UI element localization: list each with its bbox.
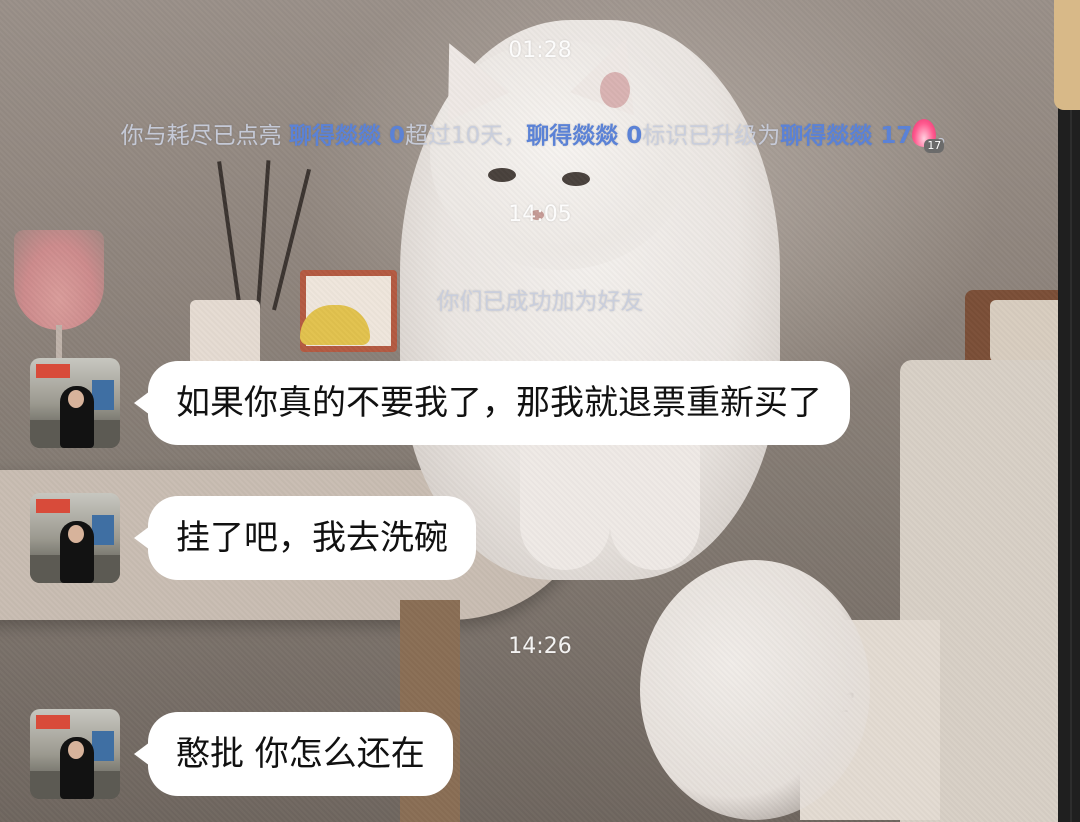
flame-badge: 17 — [924, 139, 945, 153]
timestamp: 01:28 — [508, 38, 572, 63]
timestamp: 14:05 — [508, 202, 572, 227]
cat-tail — [640, 560, 870, 820]
timestamp: 14:26 — [508, 634, 572, 659]
flame-icon[interactable]: 17 — [912, 119, 945, 153]
spark-notice-text: 超过10天， — [405, 123, 527, 149]
avatar[interactable] — [30, 493, 120, 583]
spark-link[interactable]: 聊得燚燚 0 — [526, 123, 642, 149]
message-row: 挂了吧，我去洗碗 — [30, 493, 476, 583]
avatar[interactable] — [30, 358, 120, 448]
spark-notice-text: 标识已升级为 — [642, 123, 781, 149]
cat-eye — [562, 172, 590, 186]
friend-added-notice: 你们已成功加为好友 — [436, 289, 644, 315]
cat-head — [430, 40, 690, 270]
spark-notice: 你与耗尽已点亮 聊得燚燚 0超过10天，聊得燚燚 0标识已升级为聊得燚燚 17 1… — [0, 116, 1080, 153]
message-row: 如果你真的不要我了，那我就退票重新买了 — [30, 358, 850, 448]
side-table — [900, 360, 1080, 822]
message-row: 憨批 你怎么还在 — [30, 709, 453, 799]
spark-notice-prefix: 你与耗尽已点亮 — [120, 123, 289, 149]
message-bubble[interactable]: 挂了吧，我去洗碗 — [134, 496, 476, 580]
box-text: er — [815, 680, 854, 721]
chat-screen: er 01:28 你与耗尽已点亮 聊得燚燚 0超过10天，聊得燚燚 0标识已升级… — [0, 0, 1080, 822]
cat-ear-inner — [600, 72, 630, 108]
spark-link[interactable]: 聊得燚燚 17 — [780, 123, 912, 149]
message-bubble[interactable]: 憨批 你怎么还在 — [134, 712, 453, 796]
cat-eye — [488, 168, 516, 182]
avatar[interactable] — [30, 709, 120, 799]
message-bubble[interactable]: 如果你真的不要我了，那我就退票重新买了 — [134, 361, 850, 445]
spark-link[interactable]: 聊得燚燚 0 — [289, 123, 405, 149]
